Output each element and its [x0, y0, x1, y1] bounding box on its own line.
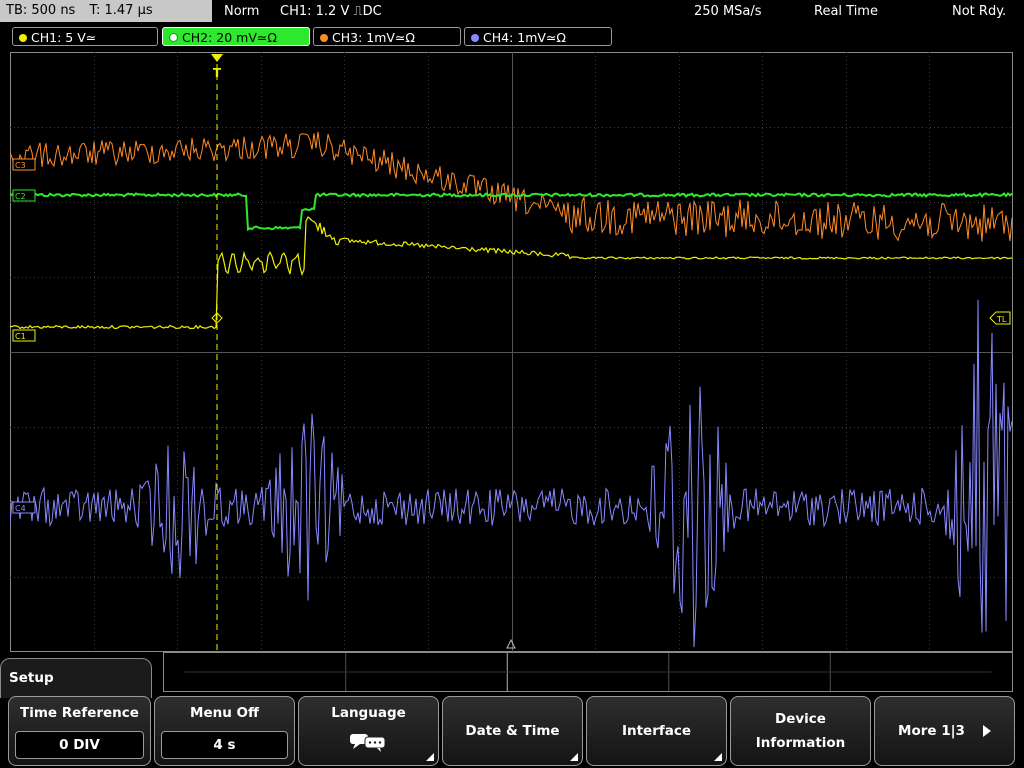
more-label: More 1|3: [898, 723, 965, 739]
channel-3-label: CH3: 1mV≃Ω: [332, 30, 415, 45]
interface-label: Interface: [621, 723, 692, 739]
status-bar: TB: 500 ns T: 1.47 µs Norm CH1: 1.2 V ⎍D…: [0, 0, 1024, 24]
channel-4-button[interactable]: CH4: 1mV≃Ω: [464, 27, 612, 46]
svg-text:T: T: [213, 66, 222, 80]
channel-4-marker[interactable]: C4: [12, 501, 36, 514]
channel-1-label: CH1: 5 V≃: [31, 30, 97, 45]
time-reference-value[interactable]: 0 DIV: [15, 731, 144, 759]
interface-button[interactable]: Interface: [586, 696, 727, 766]
channel-2-label: CH2: 20 mV≃Ω: [182, 30, 277, 45]
channel-2-marker[interactable]: C2: [12, 189, 36, 202]
language-label: Language: [331, 705, 406, 721]
channel-4-label: CH4: 1mV≃Ω: [483, 30, 566, 45]
submenu-corner-icon: [714, 753, 722, 761]
speech-bubble-icon: [350, 734, 386, 752]
menu-off-label: Menu Off: [190, 705, 259, 721]
channel-1-marker-label: C1: [15, 332, 26, 341]
run-state: Not Rdy.: [952, 4, 1007, 19]
softkey-bar: Time Reference 0 DIV Menu Off 4 s Langua…: [0, 694, 1024, 768]
channel-2-marker-label: C2: [15, 192, 26, 201]
channel-1-dot-icon: [19, 34, 27, 42]
channel-2-dot-icon: [169, 33, 178, 42]
device-information-button[interactable]: Device Information: [730, 696, 871, 766]
channel-3-marker-label: C3: [15, 161, 26, 170]
channel-4-marker-label: C4: [15, 504, 26, 513]
submenu-corner-icon: [426, 753, 434, 761]
submenu-corner-icon: [570, 753, 578, 761]
zoom-strip: [163, 652, 1013, 692]
waveform-display[interactable]: T C3 C2 C1 C4 TL: [10, 52, 1013, 652]
device-info-label-2: Information: [755, 735, 846, 751]
trigger-time-value: T: 1.47 µs: [89, 3, 153, 18]
menu-off-value[interactable]: 4 s: [161, 731, 288, 759]
menu-off-button[interactable]: Menu Off 4 s: [154, 696, 295, 766]
timebase-box[interactable]: TB: 500 ns T: 1.47 µs: [0, 0, 212, 22]
date-time-label: Date & Time: [465, 723, 560, 739]
channel-3-dot-icon: [320, 34, 328, 42]
channel-1-marker[interactable]: C1: [12, 329, 36, 342]
channel-2-button[interactable]: CH2: 20 mV≃Ω: [162, 27, 310, 46]
trigger-setting[interactable]: CH1: 1.2 V ⎍DC: [280, 0, 382, 24]
time-reference-button[interactable]: Time Reference 0 DIV: [8, 696, 151, 766]
date-time-button[interactable]: Date & Time: [442, 696, 583, 766]
channel-bar: CH1: 5 V≃ CH2: 20 mV≃Ω CH3: 1mV≃Ω CH4: 1…: [0, 27, 1024, 49]
setup-menu-title: Setup: [0, 658, 152, 698]
channel-4-dot-icon: [471, 34, 479, 42]
timebase-value: TB: 500 ns: [6, 3, 76, 18]
channel-1-button[interactable]: CH1: 5 V≃: [12, 27, 158, 46]
language-button[interactable]: Language: [298, 696, 439, 766]
arrow-right-icon: [982, 725, 991, 737]
channel-3-button[interactable]: CH3: 1mV≃Ω: [313, 27, 461, 46]
trigger-mode[interactable]: Norm: [224, 0, 259, 24]
acquisition-mode: Real Time: [814, 4, 878, 19]
sample-rate: 250 MSa/s: [694, 4, 762, 19]
trigger-level-label: TL: [996, 315, 1007, 324]
time-reference-label: Time Reference: [20, 705, 139, 721]
device-info-label-1: Device: [775, 711, 826, 727]
more-button[interactable]: More 1|3: [874, 696, 1015, 766]
channel-3-marker[interactable]: C3: [12, 158, 36, 171]
